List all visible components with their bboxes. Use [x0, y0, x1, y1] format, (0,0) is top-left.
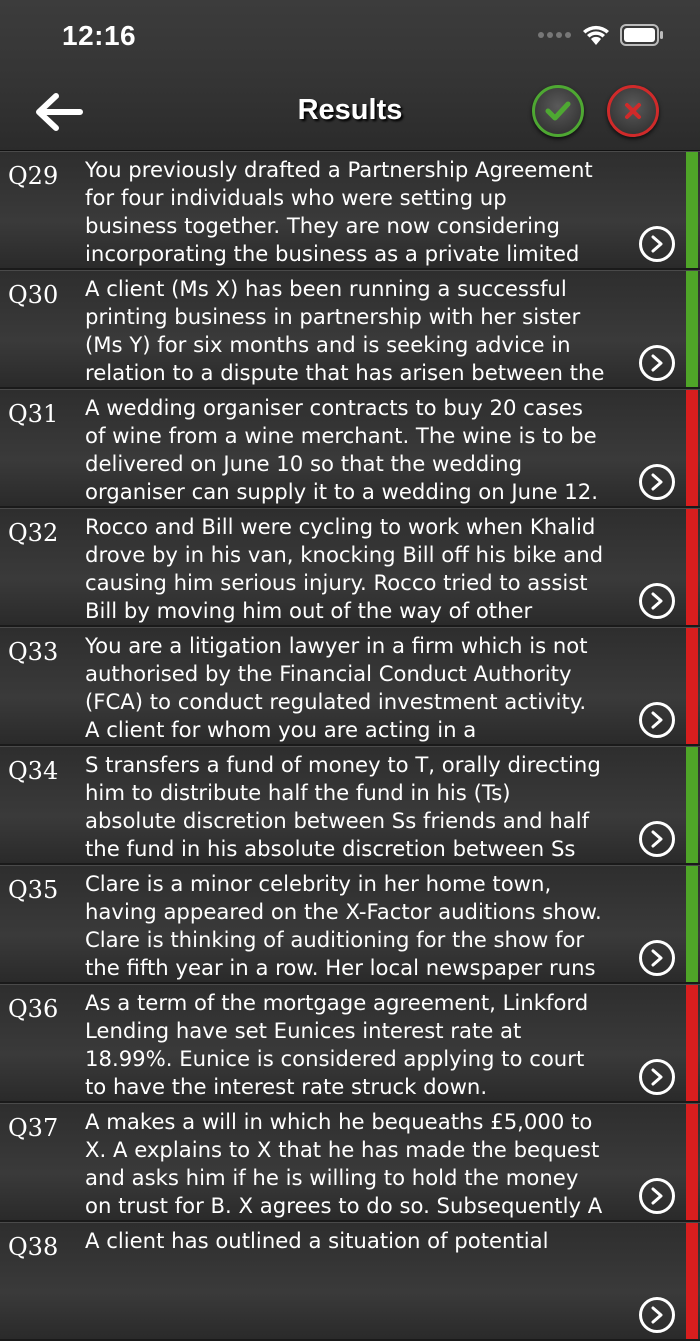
cellular-signal-icon: [538, 32, 571, 38]
question-row[interactable]: Q37 A makes a will in which he bequeaths …: [0, 1103, 700, 1220]
question-number: Q32: [8, 519, 59, 547]
question-number: Q30: [8, 281, 59, 309]
open-question-button[interactable]: [639, 1178, 675, 1214]
chevron-right-icon: [651, 592, 663, 610]
status-icons: [538, 24, 664, 46]
chevron-right-icon: [651, 1187, 663, 1205]
chevron-right-icon: [651, 830, 663, 848]
question-row[interactable]: Q35 Clare is a minor celebrity in her hom…: [0, 865, 700, 982]
result-indicator-bar: [686, 1223, 698, 1339]
chevron-right-icon: [651, 354, 663, 372]
question-text: Clare is a minor celebrity in her home t…: [85, 871, 602, 980]
open-question-button[interactable]: [639, 345, 675, 381]
question-text: S transfers a fund of money to T, orally…: [85, 752, 601, 861]
question-text: As a term of the mortgage agreement, Lin…: [85, 990, 589, 1099]
open-question-button[interactable]: [639, 226, 675, 262]
chevron-right-icon: [651, 949, 663, 967]
question-number: Q35: [8, 876, 59, 904]
open-question-button[interactable]: [639, 1059, 675, 1095]
question-text: A client (Ms X) has been running a succe…: [85, 276, 605, 385]
question-number: Q31: [8, 400, 59, 428]
question-row[interactable]: Q36 As a term of the mortgage agreement, …: [0, 984, 700, 1101]
result-indicator-bar: [686, 866, 698, 982]
question-row[interactable]: Q32 Rocco and Bill were cycling to work w…: [0, 508, 700, 625]
result-indicator-bar: [686, 390, 698, 506]
cross-icon: [625, 103, 641, 119]
page-title: Results: [297, 94, 403, 126]
open-question-button[interactable]: [639, 702, 675, 738]
question-text: A client has outlined a situation of pot…: [85, 1228, 549, 1253]
question-text: You are a litigation lawyer in a firm wh…: [85, 633, 588, 742]
result-indicator-bar: [686, 747, 698, 863]
chevron-right-icon: [651, 711, 663, 729]
question-row[interactable]: Q34 S transfers a fund of money to T, ora…: [0, 746, 700, 863]
question-row[interactable]: Q31 A wedding organiser contracts to buy …: [0, 389, 700, 506]
result-indicator-bar: [686, 152, 698, 268]
status-time: 12:16: [62, 20, 137, 51]
question-number: Q33: [8, 638, 59, 666]
result-indicator-bar: [686, 271, 698, 387]
question-text: A makes a will in which he bequeaths £5,…: [85, 1109, 603, 1218]
result-indicator-bar: [686, 1104, 698, 1220]
open-question-button[interactable]: [639, 1297, 675, 1333]
question-row[interactable]: Q33 You are a litigation lawyer in a firm…: [0, 627, 700, 744]
open-question-button[interactable]: [639, 464, 675, 500]
question-text: You previously drafted a Partnership Agr…: [85, 157, 593, 266]
results-list: Q29 You previously drafted a Partnership …: [0, 151, 700, 1341]
question-number: Q38: [8, 1233, 59, 1261]
result-indicator-bar: [686, 628, 698, 744]
question-number: Q37: [8, 1114, 59, 1142]
question-number: Q29: [8, 162, 59, 190]
question-row[interactable]: Q30 A client (Ms X) has been running a su…: [0, 270, 700, 387]
question-text: Rocco and Bill were cycling to work when…: [85, 514, 604, 623]
chevron-right-icon: [651, 1068, 663, 1086]
result-indicator-bar: [686, 985, 698, 1101]
wifi-icon: [583, 25, 609, 45]
question-number: Q36: [8, 995, 59, 1023]
open-question-button[interactable]: [639, 583, 675, 619]
show-incorrect-button[interactable]: [607, 85, 659, 137]
show-correct-button[interactable]: [532, 85, 584, 137]
open-question-button[interactable]: [639, 940, 675, 976]
question-number: Q34: [8, 757, 59, 785]
chevron-right-icon: [651, 1306, 663, 1324]
chevron-right-icon: [651, 473, 663, 491]
open-question-button[interactable]: [639, 821, 675, 857]
nav-bar: Results: [0, 76, 700, 152]
question-row[interactable]: Q38 A client has outlined a situation of …: [0, 1222, 700, 1339]
battery-icon: [620, 24, 663, 46]
chevron-right-icon: [651, 235, 663, 253]
question-text: A wedding organiser contracts to buy 20 …: [85, 395, 599, 504]
status-bar: 12:16: [0, 0, 700, 76]
checkmark-icon: [545, 101, 571, 121]
result-indicator-bar: [686, 509, 698, 625]
question-row[interactable]: Q29 You previously drafted a Partnership …: [0, 151, 700, 268]
